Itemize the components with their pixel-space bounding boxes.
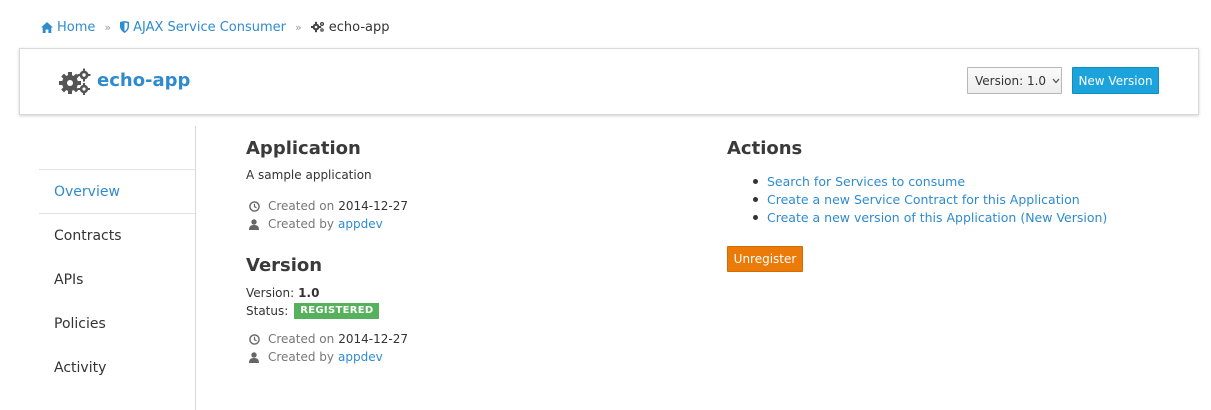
- actions-heading: Actions: [727, 138, 803, 159]
- home-icon: [41, 21, 53, 33]
- new-version-button[interactable]: New Version: [1072, 67, 1159, 94]
- breadcrumb-home[interactable]: Home: [41, 20, 95, 35]
- created-on-label: Created on: [268, 332, 335, 346]
- app-header-panel: echo-app Version: 1.0 New Version: [19, 48, 1199, 115]
- breadcrumb-organization-label: AJAX Service Consumer: [133, 19, 287, 35]
- breadcrumb: Home » AJAX Service Consumer » echo-app: [41, 17, 390, 37]
- breadcrumb-current-label: echo-app: [328, 19, 390, 35]
- status-label: Status:: [246, 304, 289, 318]
- list-item: Create a new version of this Application…: [753, 208, 1107, 226]
- created-by-label: Created by: [268, 350, 335, 364]
- breadcrumb-separator: »: [295, 20, 302, 34]
- bullet: [753, 196, 758, 202]
- sidebar-item-policies[interactable]: Policies: [39, 302, 195, 346]
- unregister-button[interactable]: Unregister: [727, 246, 803, 272]
- application-heading: Application: [246, 138, 361, 159]
- list-item: Search for Services to consume: [753, 172, 1107, 190]
- breadcrumb-separator: »: [104, 20, 112, 34]
- actions-list: Search for Services to consume Create a …: [753, 172, 1107, 226]
- clock-icon: [249, 200, 262, 212]
- application-created-by: Created by appdev: [246, 215, 383, 233]
- sidebar-item-overview[interactable]: Overview: [39, 170, 195, 214]
- created-on-value: 2014-12-27: [338, 332, 409, 346]
- application-created-on: Created on 2014-12-27: [246, 197, 408, 215]
- version-created-on: Created on 2014-12-27: [246, 330, 408, 348]
- gears-icon: [59, 68, 91, 96]
- breadcrumb-home-label: Home: [57, 19, 96, 35]
- version-created-by: Created by appdev: [246, 348, 383, 366]
- chevron-down-icon: [1052, 78, 1060, 84]
- gears-icon: [310, 21, 325, 33]
- search-services-link[interactable]: Search for Services to consume: [767, 174, 965, 189]
- application-description: A sample application: [246, 168, 372, 182]
- version-dropdown-label: Version: 1.0: [975, 73, 1047, 88]
- sidebar-spacer: [39, 126, 195, 170]
- status-badge: REGISTERED: [294, 303, 380, 319]
- version-heading: Version: [246, 255, 323, 276]
- breadcrumb-organization[interactable]: AJAX Service Consumer: [120, 20, 286, 35]
- created-on-value: 2014-12-27: [338, 199, 409, 213]
- shield-icon: [120, 21, 130, 33]
- bullet: [753, 178, 758, 184]
- sidebar-item-contracts[interactable]: Contracts: [39, 214, 195, 258]
- page-title: echo-app: [97, 70, 191, 91]
- version-label: Version:: [246, 286, 295, 300]
- version-dropdown[interactable]: Version: 1.0: [967, 67, 1062, 94]
- breadcrumb-current: echo-app: [310, 19, 390, 35]
- user-icon: [249, 218, 262, 230]
- create-contract-link[interactable]: Create a new Service Contract for this A…: [767, 192, 1080, 207]
- created-by-user-link[interactable]: appdev: [338, 350, 383, 364]
- created-on-label: Created on: [268, 199, 335, 213]
- sidebar-item-apis[interactable]: APIs: [39, 258, 195, 302]
- sidebar-item-activity[interactable]: Activity: [39, 346, 195, 390]
- sidebar-nav: Overview Contracts APIs Policies Activit…: [39, 126, 196, 410]
- user-icon: [249, 351, 262, 363]
- created-by-user-link[interactable]: appdev: [338, 217, 383, 231]
- version-number-row: Version: 1.0: [246, 284, 319, 302]
- version-value: 1.0: [298, 286, 320, 300]
- bullet: [753, 214, 758, 220]
- clock-icon: [249, 333, 262, 345]
- list-item: Create a new Service Contract for this A…: [753, 190, 1107, 208]
- version-status-row: Status: REGISTERED: [246, 302, 380, 320]
- created-by-label: Created by: [268, 217, 335, 231]
- create-version-link[interactable]: Create a new version of this Application…: [767, 210, 1107, 225]
